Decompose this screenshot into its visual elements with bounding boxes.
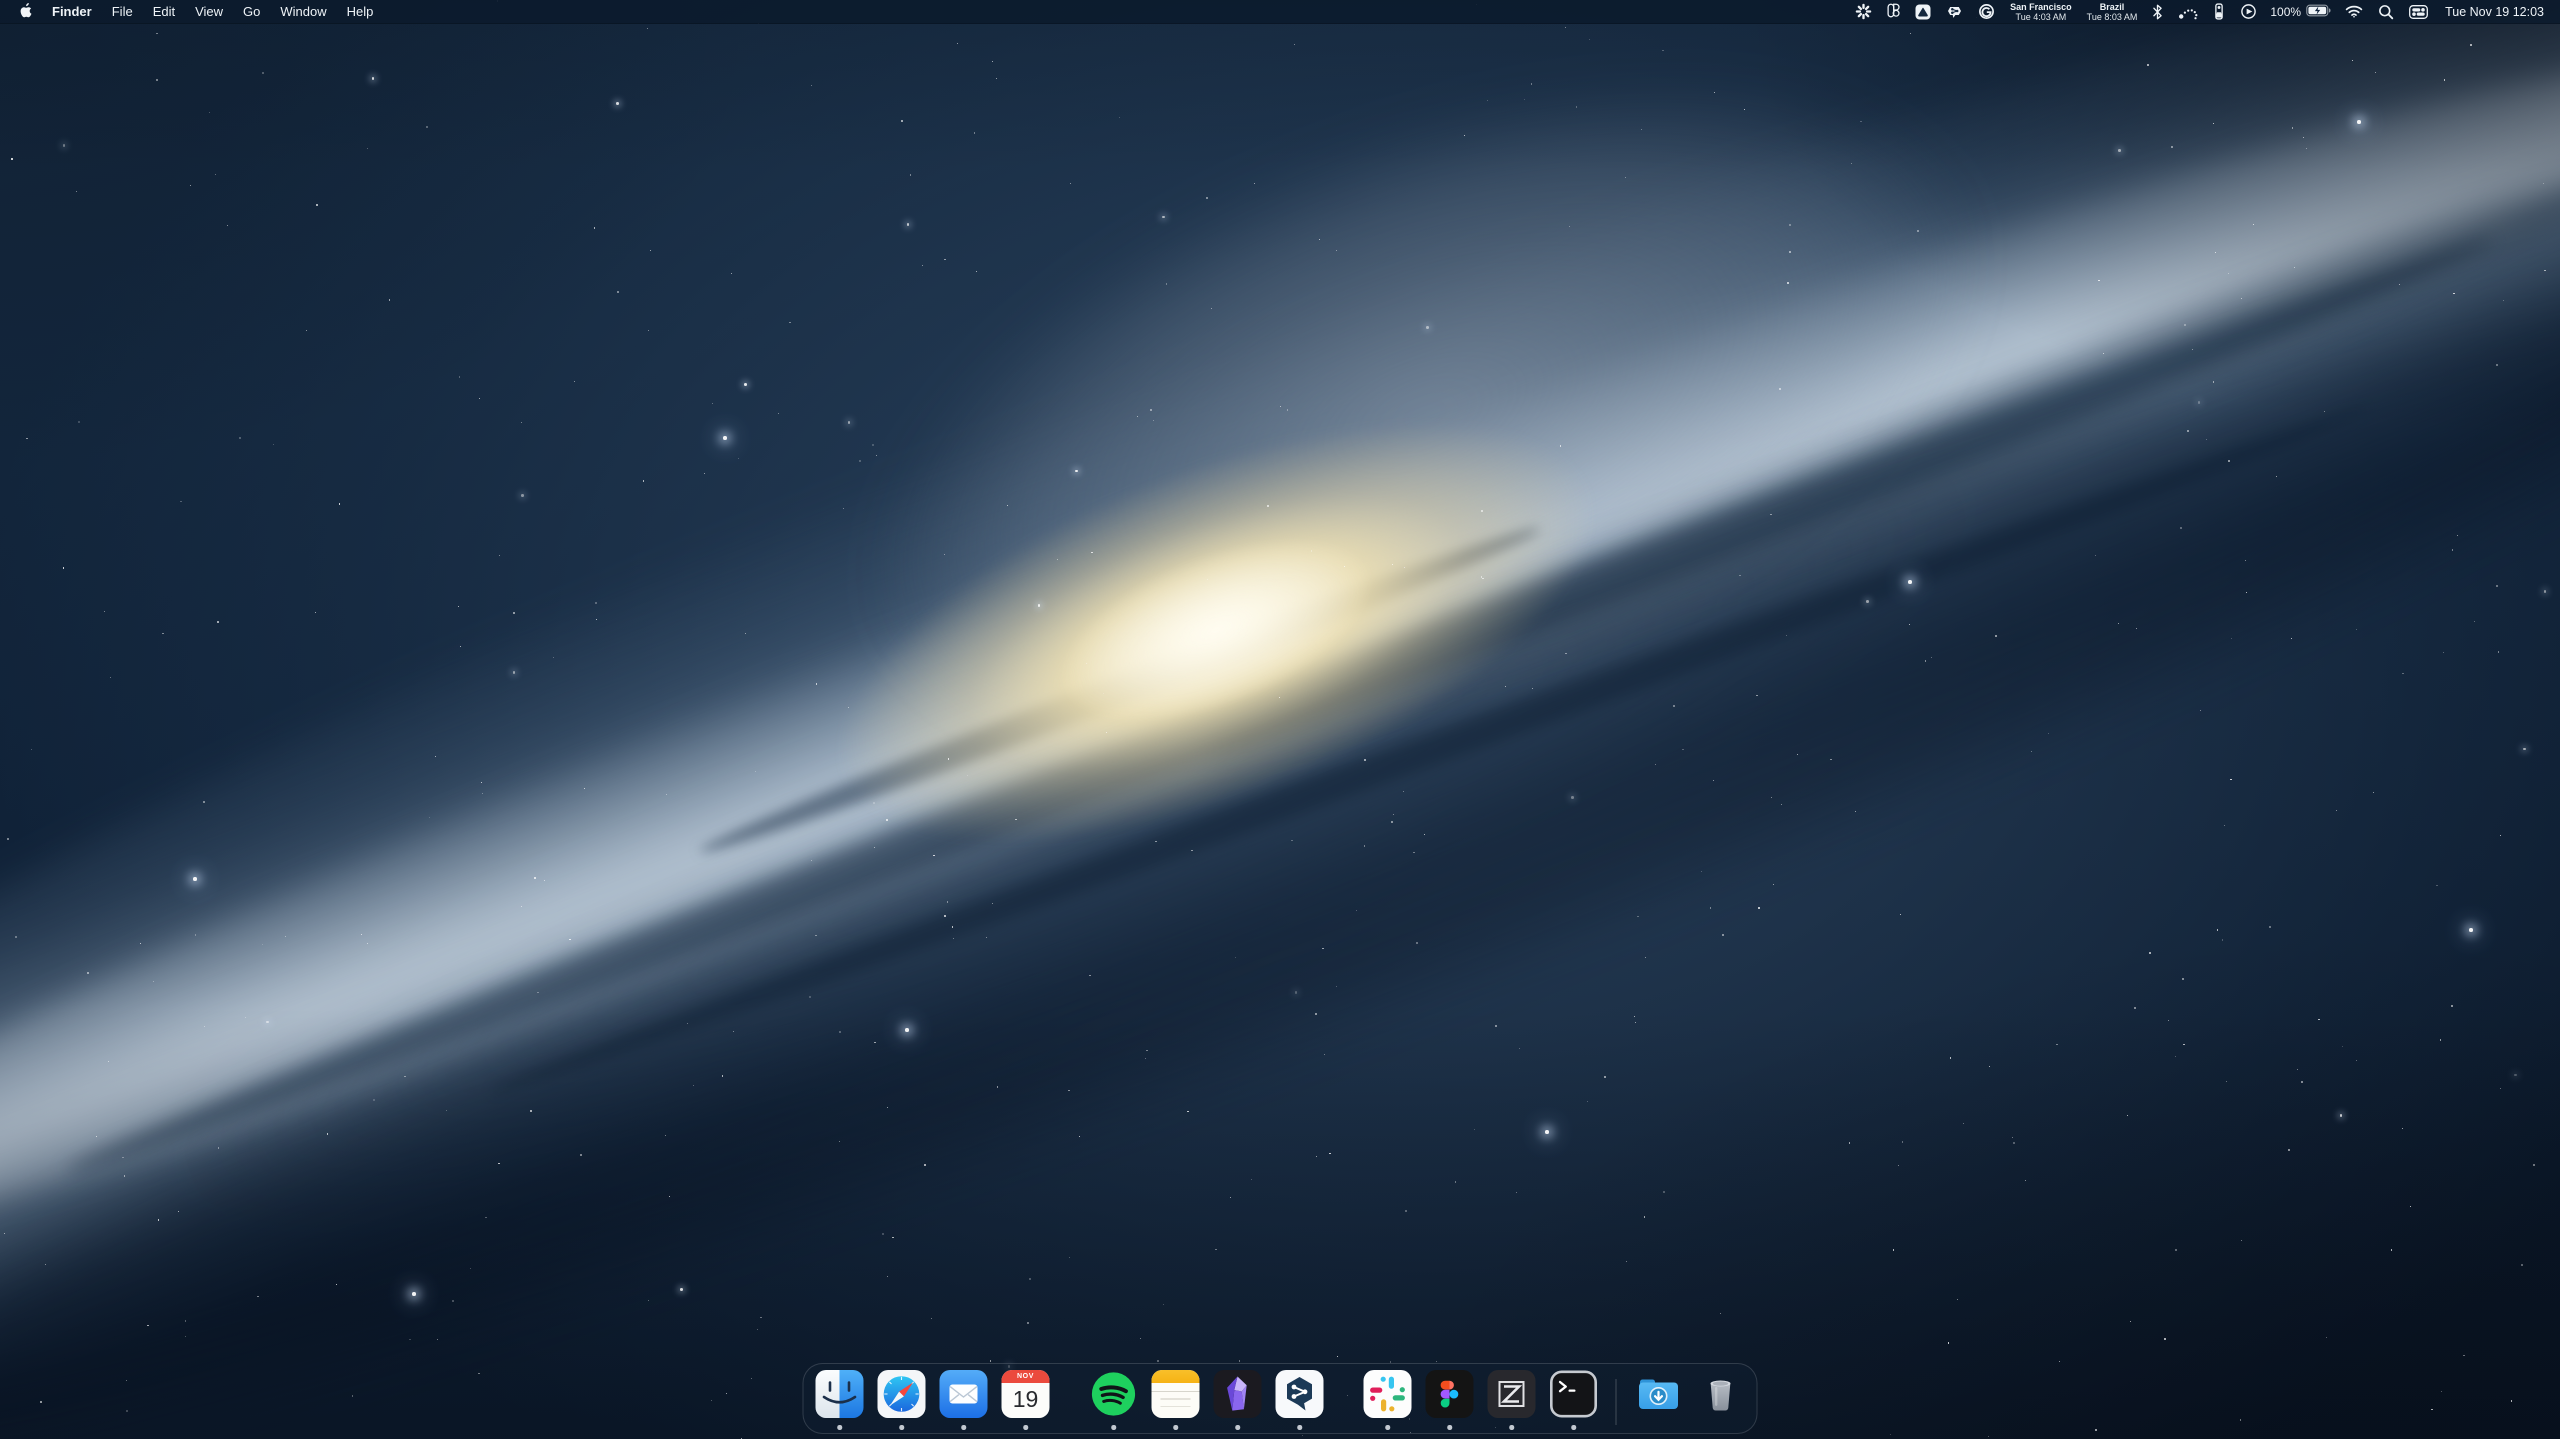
calendar-day: 19 bbox=[1002, 1383, 1050, 1418]
menu-edit[interactable]: Edit bbox=[143, 0, 185, 23]
running-indicator bbox=[1023, 1425, 1028, 1430]
dock-mail[interactable] bbox=[940, 1370, 988, 1418]
world-clock-time: Tue 4:03 AM bbox=[2016, 12, 2067, 22]
running-indicator bbox=[1571, 1425, 1576, 1430]
dock-group-media bbox=[1090, 1370, 1324, 1418]
apple-icon bbox=[18, 2, 32, 22]
dock-slack[interactable] bbox=[1364, 1370, 1412, 1418]
control-center-icon[interactable] bbox=[2407, 0, 2430, 23]
running-indicator bbox=[1111, 1425, 1116, 1430]
world-clock-time: Tue 8:03 AM bbox=[2087, 12, 2138, 22]
dock-figma[interactable] bbox=[1426, 1370, 1474, 1418]
wallpaper bbox=[0, 0, 2560, 1439]
dots-network-icon[interactable] bbox=[2176, 0, 2200, 23]
wifi-icon[interactable] bbox=[2343, 0, 2365, 23]
world-clock-brazil[interactable]: Brazil Tue 8:03 AM bbox=[2085, 2, 2140, 22]
dock-trash[interactable] bbox=[1697, 1370, 1745, 1418]
running-indicator bbox=[1447, 1425, 1452, 1430]
triangle-app-menu-icon[interactable] bbox=[1913, 0, 1933, 23]
dock-calendar[interactable]: NOV 19 bbox=[1002, 1370, 1050, 1418]
dock-zed[interactable] bbox=[1488, 1370, 1536, 1418]
dock-finder[interactable] bbox=[816, 1370, 864, 1418]
running-indicator bbox=[1173, 1425, 1178, 1430]
figma-menu-icon[interactable] bbox=[1885, 0, 1902, 23]
menu-bar: Finder File Edit View Go Window Help bbox=[0, 0, 2560, 24]
dock-terminal[interactable] bbox=[1550, 1370, 1598, 1418]
dock-safari[interactable] bbox=[878, 1370, 926, 1418]
running-indicator bbox=[899, 1425, 904, 1430]
running-indicator bbox=[1385, 1425, 1390, 1430]
menu-file[interactable]: File bbox=[102, 0, 143, 23]
running-indicator bbox=[1235, 1425, 1240, 1430]
dock: NOV 19 bbox=[803, 1363, 1758, 1434]
running-indicator bbox=[1509, 1425, 1514, 1430]
dock-group-work bbox=[1364, 1370, 1598, 1418]
dock-divider bbox=[1616, 1379, 1617, 1425]
dock-hexagon-share-app[interactable] bbox=[1276, 1370, 1324, 1418]
notes-icon bbox=[1152, 1370, 1200, 1418]
dock-obsidian[interactable] bbox=[1214, 1370, 1262, 1418]
dock-group-system: NOV 19 bbox=[816, 1370, 1050, 1418]
app-menu-finder[interactable]: Finder bbox=[42, 0, 102, 23]
menu-bar-clock[interactable]: Tue Nov 19 12:03 bbox=[2445, 5, 2544, 19]
world-clock-san-francisco[interactable]: San Francisco Tue 4:03 AM bbox=[2008, 2, 2074, 22]
now-playing-icon[interactable] bbox=[2238, 0, 2259, 23]
hexagon-share-menu-icon[interactable] bbox=[1944, 0, 1965, 23]
world-clock-city: Brazil bbox=[2100, 2, 2125, 12]
apple-menu[interactable] bbox=[14, 0, 42, 23]
dock-notes[interactable] bbox=[1152, 1370, 1200, 1418]
starfield bbox=[0, 0, 2560, 1439]
running-indicator bbox=[961, 1425, 966, 1430]
calendar-icon: NOV 19 bbox=[1002, 1370, 1050, 1418]
dock-downloads[interactable] bbox=[1635, 1370, 1683, 1418]
battery-icon bbox=[2306, 4, 2332, 20]
calendar-month: NOV bbox=[1002, 1370, 1050, 1383]
desktop: Finder File Edit View Go Window Help bbox=[0, 0, 2560, 1439]
menu-view[interactable]: View bbox=[185, 0, 233, 23]
battery-percent: 100% bbox=[2270, 5, 2301, 19]
bluetooth-icon[interactable] bbox=[2150, 0, 2165, 23]
menu-go[interactable]: Go bbox=[233, 0, 270, 23]
spotlight-icon[interactable] bbox=[2376, 0, 2396, 23]
starburst-menu-icon[interactable] bbox=[1853, 0, 1874, 23]
device-battery-icon[interactable] bbox=[2211, 0, 2227, 23]
battery-indicator[interactable]: 100% bbox=[2270, 4, 2332, 20]
menu-help[interactable]: Help bbox=[337, 0, 384, 23]
running-indicator bbox=[837, 1425, 842, 1430]
g-circle-menu-icon[interactable] bbox=[1976, 0, 1997, 23]
world-clock-city: San Francisco bbox=[2010, 2, 2072, 12]
running-indicator bbox=[1297, 1425, 1302, 1430]
dock-group-folders bbox=[1635, 1370, 1745, 1418]
menu-window[interactable]: Window bbox=[270, 0, 336, 23]
dock-spotify[interactable] bbox=[1090, 1370, 1138, 1418]
